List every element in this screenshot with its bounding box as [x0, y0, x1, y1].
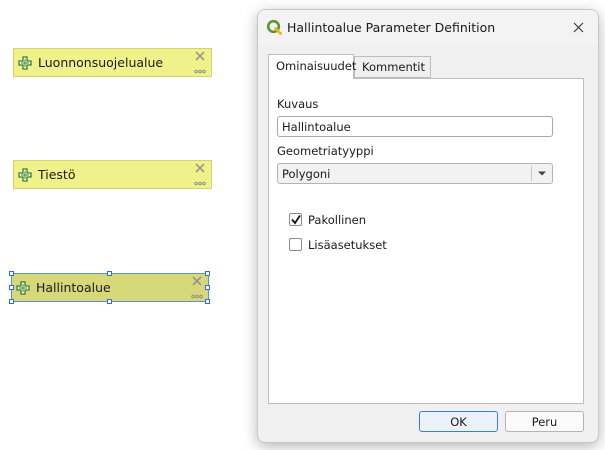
chevron-down-icon	[538, 171, 546, 176]
geometry-type-label: Geometriatyyppi	[277, 144, 374, 158]
ok-button[interactable]: OK	[419, 411, 498, 432]
resize-handle-left[interactable]	[9, 285, 14, 290]
resize-handle-bottom-left[interactable]	[9, 299, 14, 304]
node-label: Tiestö	[38, 167, 76, 182]
qgis-logo-icon	[266, 19, 282, 35]
advanced-checkbox[interactable]	[289, 238, 302, 251]
model-canvas[interactable]: Luonnonsuojelualue Tiestö Hallintoalue	[0, 0, 260, 450]
resize-handle-top-left[interactable]	[9, 271, 14, 276]
resize-handle-right[interactable]	[205, 285, 210, 290]
close-icon[interactable]	[195, 163, 205, 173]
model-input-node-hallintoalue[interactable]: Hallintoalue	[11, 273, 209, 302]
close-icon[interactable]	[192, 276, 202, 286]
cancel-button[interactable]: Peru	[505, 411, 584, 432]
more-icon[interactable]	[191, 294, 203, 299]
more-icon[interactable]	[194, 69, 206, 74]
resize-handle-top-right[interactable]	[205, 271, 210, 276]
more-icon[interactable]	[194, 181, 206, 186]
plus-icon[interactable]	[18, 168, 32, 182]
model-input-node-luonnonsuojelualue[interactable]: Luonnonsuojelualue	[13, 48, 212, 77]
close-icon[interactable]	[195, 51, 205, 61]
node-label: Hallintoalue	[36, 280, 111, 295]
geometry-type-value: Polygoni	[282, 167, 331, 181]
mandatory-checkbox[interactable]	[289, 213, 302, 226]
description-label: Kuvaus	[277, 97, 319, 111]
node-label: Luonnonsuojelualue	[38, 55, 164, 70]
plus-icon[interactable]	[18, 56, 32, 70]
checkmark-icon	[291, 215, 301, 225]
tab-kommentit[interactable]: Kommentit	[354, 56, 431, 78]
dialog-title: Hallintoalue Parameter Definition	[287, 20, 496, 35]
select-divider	[531, 166, 532, 181]
dialog-titlebar[interactable]: Hallintoalue Parameter Definition	[258, 10, 598, 45]
advanced-label: Lisäasetukset	[308, 238, 387, 252]
plus-icon[interactable]	[16, 281, 30, 295]
resize-handle-bottom-right[interactable]	[205, 299, 210, 304]
tab-ominaisuudet[interactable]: Ominaisuudet	[268, 54, 356, 79]
description-input[interactable]	[277, 116, 553, 137]
dialog-close-button[interactable]	[558, 10, 598, 45]
geometry-type-select[interactable]: Polygoni	[277, 163, 553, 184]
close-icon	[573, 22, 583, 33]
parameter-definition-dialog: Hallintoalue Parameter Definition Ominai…	[257, 9, 599, 443]
resize-handle-bottom[interactable]	[107, 299, 112, 304]
mandatory-label: Pakollinen	[308, 213, 366, 227]
model-input-node-tiesto[interactable]: Tiestö	[13, 160, 212, 189]
resize-handle-top[interactable]	[107, 271, 112, 276]
